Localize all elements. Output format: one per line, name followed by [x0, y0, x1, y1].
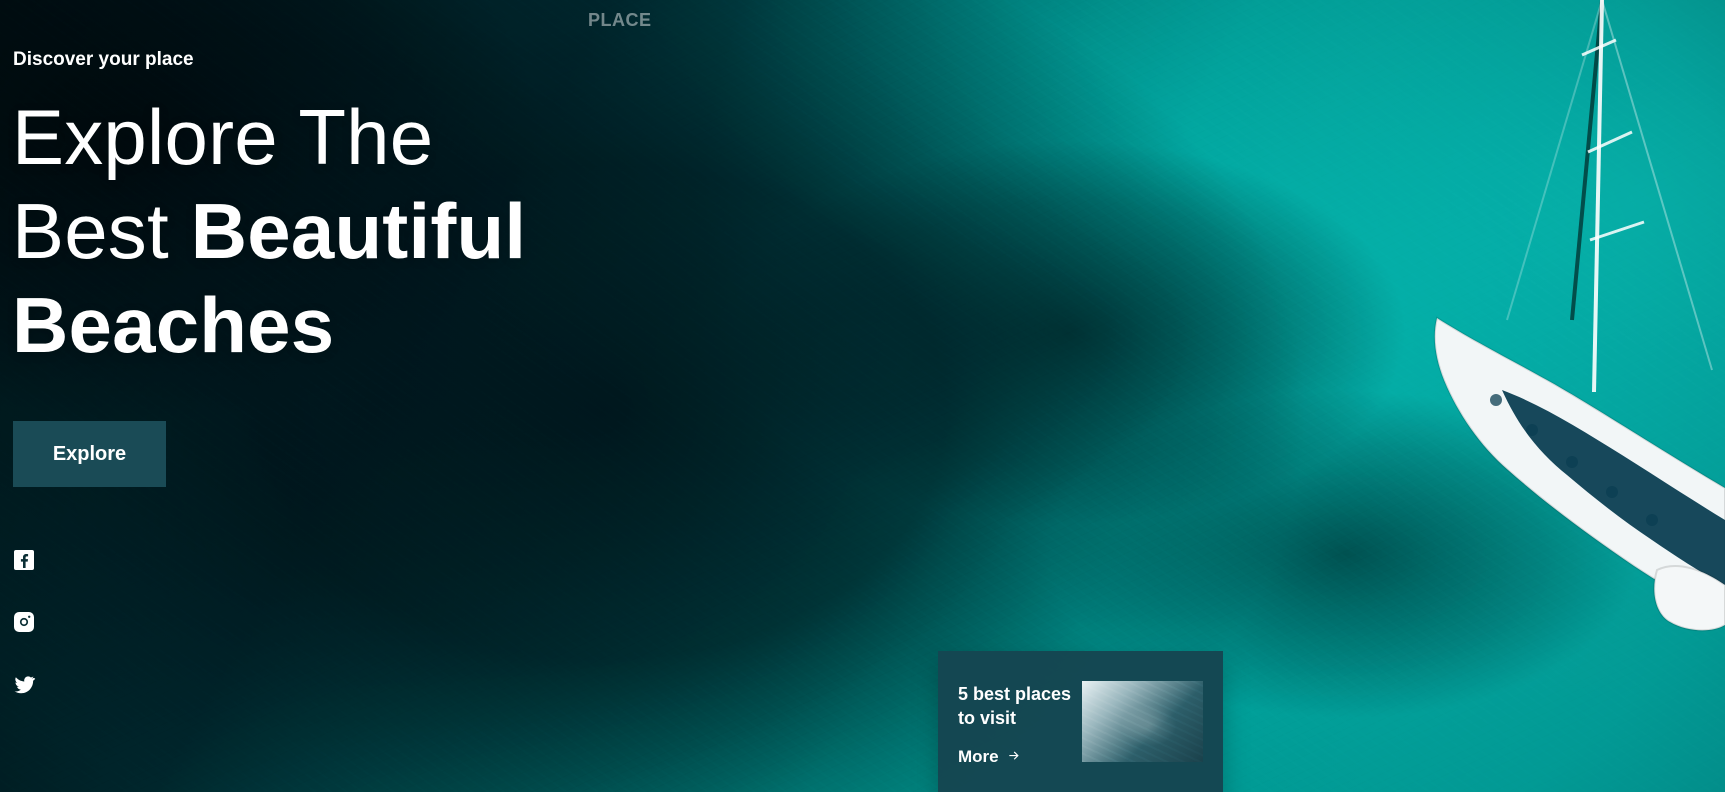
instagram-link[interactable]: [12, 610, 36, 634]
featured-card-more-link[interactable]: More: [958, 747, 1021, 767]
featured-card[interactable]: 5 best places to visit More: [938, 651, 1223, 792]
landing-page: PLACE Discover your place Explore The Be…: [0, 0, 1725, 792]
brand-logo-text[interactable]: PLACE: [588, 10, 652, 31]
featured-card-thumbnail[interactable]: [1082, 681, 1203, 762]
hero-subtitle: Discover your place: [13, 49, 194, 70]
twitter-link[interactable]: [12, 672, 36, 696]
facebook-icon: [12, 548, 36, 572]
headline-line-2: Best Beautiful: [12, 187, 527, 275]
instagram-icon: [12, 610, 36, 634]
headline-line-3: Beaches: [12, 281, 335, 369]
explore-button[interactable]: Explore: [13, 421, 166, 487]
arrow-right-icon: [1007, 747, 1021, 767]
hero-headline: Explore The Best Beautiful Beaches: [12, 90, 526, 372]
more-label: More: [958, 747, 999, 766]
facebook-link[interactable]: [12, 548, 36, 572]
featured-card-title: 5 best places to visit: [958, 684, 1072, 728]
twitter-icon: [12, 672, 36, 696]
headline-line-1: Explore The: [12, 93, 434, 181]
